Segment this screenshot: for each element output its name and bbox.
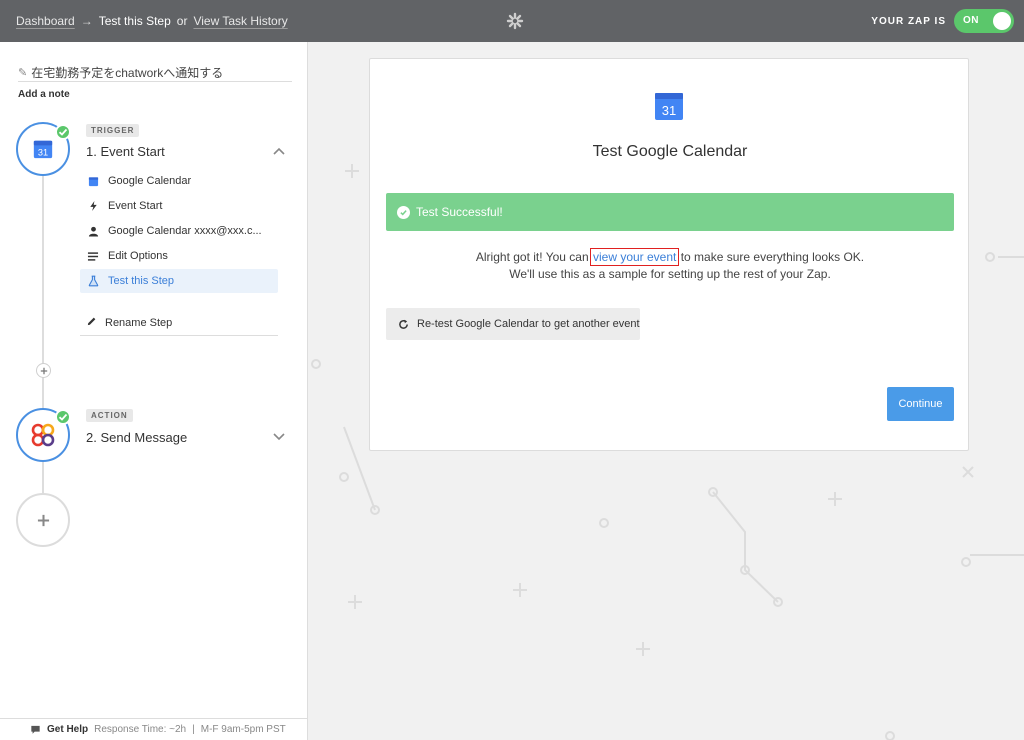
retest-button[interactable]: Re-test Google Calendar to get another e… xyxy=(386,308,640,340)
chevron-down-icon[interactable] xyxy=(272,429,286,443)
breadcrumb: Dashboard → Test this Step or View Task … xyxy=(16,0,288,42)
connector-line xyxy=(42,176,44,436)
trigger-success-check-icon xyxy=(55,124,71,140)
zap-name-field[interactable]: ✎ 在宅勤務予定をchatworkへ通知する xyxy=(18,64,292,82)
substep-label: Google Calendar xyxy=(108,175,192,187)
substep-label: Google Calendar xxxx@xxx.c... xyxy=(108,225,262,237)
lightning-icon xyxy=(86,199,100,213)
top-bar: Dashboard → Test this Step or View Task … xyxy=(0,0,1024,42)
flask-icon xyxy=(86,274,100,288)
trigger-step-title[interactable]: 1. Event Start xyxy=(86,144,165,159)
lines-icon xyxy=(86,249,100,263)
substep-edit-options[interactable]: Edit Options xyxy=(80,244,278,268)
chatwork-icon xyxy=(31,423,55,447)
substep-label: Test this Step xyxy=(108,275,175,287)
refresh-icon xyxy=(399,319,408,329)
breadcrumb-arrow: → xyxy=(80,14,93,28)
zap-name-text: 在宅勤務予定をchatworkへ通知する xyxy=(31,66,224,80)
response-time-text: Response Time: ~2h xyxy=(94,724,187,735)
zapier-logo-icon[interactable] xyxy=(506,12,524,30)
user-icon xyxy=(86,224,100,238)
view-your-event-link[interactable]: view your event xyxy=(589,248,680,266)
substep-label: Event Start xyxy=(108,200,163,212)
plus-icon xyxy=(37,514,49,526)
google-calendar-icon xyxy=(86,174,100,188)
zap-on-toggle[interactable]: ON xyxy=(954,9,1014,33)
sidebar: ✎ 在宅勤務予定をchatworkへ通知する Add a note 31 TRI… xyxy=(0,42,308,740)
toggle-knob xyxy=(993,12,1011,30)
zap-status-label: YOUR ZAP IS xyxy=(871,15,946,27)
trigger-tag: TRIGGER xyxy=(86,124,140,137)
continue-button[interactable]: Continue xyxy=(887,387,954,421)
pencil-icon xyxy=(86,316,97,330)
view-task-history-link[interactable]: View Task History xyxy=(193,14,287,28)
rename-step-label: Rename Step xyxy=(105,316,173,329)
substep-account[interactable]: Google Calendar xxxx@xxx.c... xyxy=(80,219,278,243)
zap-status: YOUR ZAP IS ON xyxy=(871,9,1014,33)
add-step-between-button[interactable] xyxy=(36,363,51,378)
banner-text: Test Successful! xyxy=(416,205,503,219)
test-step-card: 31 Test Google Calendar Test Successful!… xyxy=(369,58,969,451)
check-circle-icon xyxy=(397,205,410,219)
substep-label: Edit Options xyxy=(108,250,168,262)
help-separator: | xyxy=(192,724,195,735)
dashboard-link[interactable]: Dashboard xyxy=(16,14,75,28)
action-tag: ACTION xyxy=(86,409,133,422)
svg-text:31: 31 xyxy=(38,147,48,157)
support-hours-text: M-F 9am-5pm PST xyxy=(200,724,286,735)
action-step-title[interactable]: 2. Send Message xyxy=(86,430,187,445)
add-note-link[interactable]: Add a note xyxy=(18,89,70,100)
retest-label: Re-test Google Calendar to get another e… xyxy=(417,318,640,330)
toggle-label: ON xyxy=(963,15,979,26)
plus-icon xyxy=(40,367,47,374)
get-help-bar[interactable]: Get Help Response Time: ~2h | M-F 9am-5p… xyxy=(0,718,308,740)
substep-google-calendar[interactable]: Google Calendar xyxy=(80,169,278,193)
calendar-day-number: 31 xyxy=(661,103,677,118)
or-label: or xyxy=(176,14,188,28)
pencil-icon: ✎ xyxy=(18,67,28,79)
result-message: Alright got it! You can view your event … xyxy=(370,248,970,283)
google-calendar-icon: 31 xyxy=(33,140,53,159)
chevron-up-icon[interactable] xyxy=(272,144,286,158)
message-suffix: to make sure everything looks OK. xyxy=(677,250,865,264)
action-success-check-icon xyxy=(55,409,71,425)
rename-step-button[interactable]: Rename Step xyxy=(80,310,278,336)
substep-test-this-step[interactable]: Test this Step xyxy=(80,269,278,293)
chat-icon xyxy=(31,725,40,734)
card-title: Test Google Calendar xyxy=(592,143,748,160)
test-success-banner: Test Successful! xyxy=(386,193,954,231)
message-line-2: We'll use this as a sample for setting u… xyxy=(509,267,831,281)
add-step-button[interactable] xyxy=(16,493,70,547)
current-step-label: Test this Step xyxy=(98,14,171,28)
connector-line xyxy=(42,462,44,496)
get-help-label: Get Help xyxy=(47,724,89,735)
message-prefix: Alright got it! You can xyxy=(475,250,592,264)
substep-event-start[interactable]: Event Start xyxy=(80,194,278,218)
